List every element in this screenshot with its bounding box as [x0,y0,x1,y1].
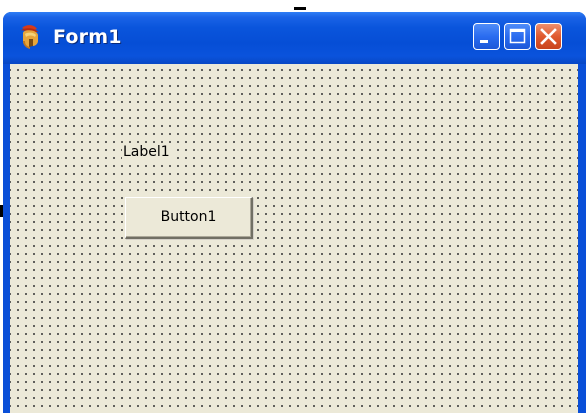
minimize-button[interactable] [473,23,500,50]
close-icon [540,28,557,45]
screen-edge-mark-top [294,7,306,10]
spartan-helmet-icon[interactable] [18,24,42,50]
title-bar[interactable]: Form1 [3,12,586,64]
window-title: Form1 [53,26,122,48]
form-design-surface[interactable]: Label1 Button1 [10,64,578,413]
minimize-icon [480,40,488,43]
maximize-button[interactable] [504,23,531,50]
button1[interactable]: Button1 [125,197,253,239]
form-window[interactable]: Form1 Label1 Button1 [3,12,586,413]
label1[interactable]: Label1 [122,143,171,161]
close-button[interactable] [535,23,562,50]
maximize-icon [509,28,526,44]
